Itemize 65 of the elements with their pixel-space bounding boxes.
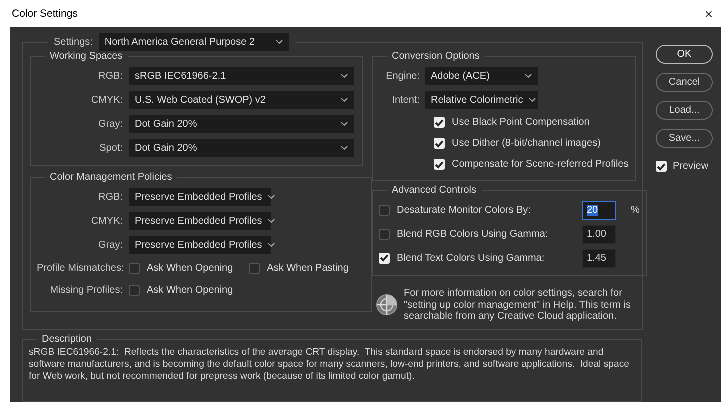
- field-label: Settings:: [54, 36, 93, 48]
- caret-icon: [268, 219, 276, 223]
- caret-icon: [341, 98, 348, 102]
- close-button[interactable]: ×: [704, 6, 713, 22]
- field-label: Gray:: [98, 118, 124, 130]
- dropdown[interactable]: sRGB IEC61966-2.1: [129, 67, 354, 85]
- field-label: Engine:: [385, 70, 421, 82]
- dropdown[interactable]: Dot Gain 20%: [129, 139, 354, 157]
- group-title: Color Management Policies: [49, 172, 174, 183]
- option-label: Ask When Opening: [147, 262, 234, 274]
- number-field[interactable]: 1.45: [582, 248, 616, 268]
- dialog-button[interactable]: Cancel: [656, 73, 713, 92]
- caret-icon: [268, 195, 276, 199]
- field-label: RGB:: [98, 70, 124, 82]
- group-title: Description: [41, 334, 94, 344]
- group-title: Working Spaces: [49, 51, 124, 62]
- option-label: Ask When Pasting: [267, 262, 349, 274]
- field-label: Spot:: [98, 142, 124, 154]
- target-icon: [376, 294, 398, 316]
- dialog-button[interactable]: Load...: [656, 101, 713, 120]
- option-label: Blend RGB Colors Using Gamma:: [397, 228, 550, 240]
- caret-icon: [341, 122, 348, 126]
- window-title: Color Settings: [12, 8, 78, 20]
- checkbox[interactable]: [379, 204, 390, 216]
- option-label: Compensate for Scene-referred Profiles: [452, 159, 629, 170]
- field-label: Gray:: [98, 240, 124, 250]
- field-label: CMYK:: [90, 216, 124, 226]
- option-label: Preview: [673, 161, 709, 172]
- group-title: Conversion Options: [391, 51, 481, 62]
- field-label: RGB:: [98, 192, 124, 202]
- option-label: Ask When Opening: [147, 284, 234, 296]
- info-text: For more information on color settings, search for "setting up color management" in Help. This term is searchable from any Creative Cloud application.: [404, 288, 632, 322]
- dialog-button[interactable]: Save...: [656, 129, 713, 148]
- group-title: Advanced Controls: [391, 185, 478, 196]
- dropdown[interactable]: U.S. Web Coated (SWOP) v2: [129, 91, 354, 109]
- checkbox[interactable]: [249, 262, 260, 274]
- caret-icon: [341, 74, 348, 78]
- field-label: Profile Mismatches:: [37, 262, 126, 274]
- caret-icon: [276, 40, 283, 44]
- field-label: Intent:: [391, 94, 421, 106]
- option-label: Desaturate Monitor Colors By:: [397, 204, 532, 216]
- dropdown[interactable]: Adobe (ACE): [425, 67, 538, 85]
- field-label: Missing Profiles:: [49, 284, 124, 296]
- caret-icon: [525, 74, 532, 78]
- number-field[interactable]: 1.00: [582, 224, 616, 244]
- option-label: Use Black Point Compensation: [452, 117, 590, 128]
- field-label: CMYK:: [90, 94, 124, 106]
- option-label: Use Dither (8-bit/channel images): [452, 138, 601, 149]
- field-value: 1.00: [587, 228, 606, 240]
- description-text: sRGB IEC61966-2.1: Reflects the characteristics of the average CRT display. This standard space is endorsed by many hardware and software manufacturers, and is becoming the default color space for many scanners, low-end printers, and software applications. Ideal space for Web work, but not recommended for prepress work (because of its limited color gamut).: [29, 346, 630, 382]
- dropdown[interactable]: Relative Colorimetric: [425, 91, 538, 109]
- unit-label: %: [631, 204, 640, 216]
- caret-icon: [268, 243, 276, 247]
- number-field[interactable]: 20: [582, 200, 616, 220]
- checkbox[interactable]: [379, 228, 390, 240]
- option-label: Blend Text Colors Using Gamma:: [397, 252, 546, 264]
- dropdown[interactable]: North America General Purpose 2: [98, 33, 289, 51]
- field-value: 20: [587, 204, 598, 216]
- caret-icon: [529, 98, 536, 102]
- dialog-button[interactable]: OK: [656, 45, 713, 64]
- checkbox[interactable]: [129, 284, 140, 296]
- field-value: 1.45: [587, 252, 606, 264]
- caret-icon: [341, 146, 348, 150]
- checkbox[interactable]: [129, 262, 140, 274]
- dropdown[interactable]: Dot Gain 20%: [129, 115, 354, 133]
